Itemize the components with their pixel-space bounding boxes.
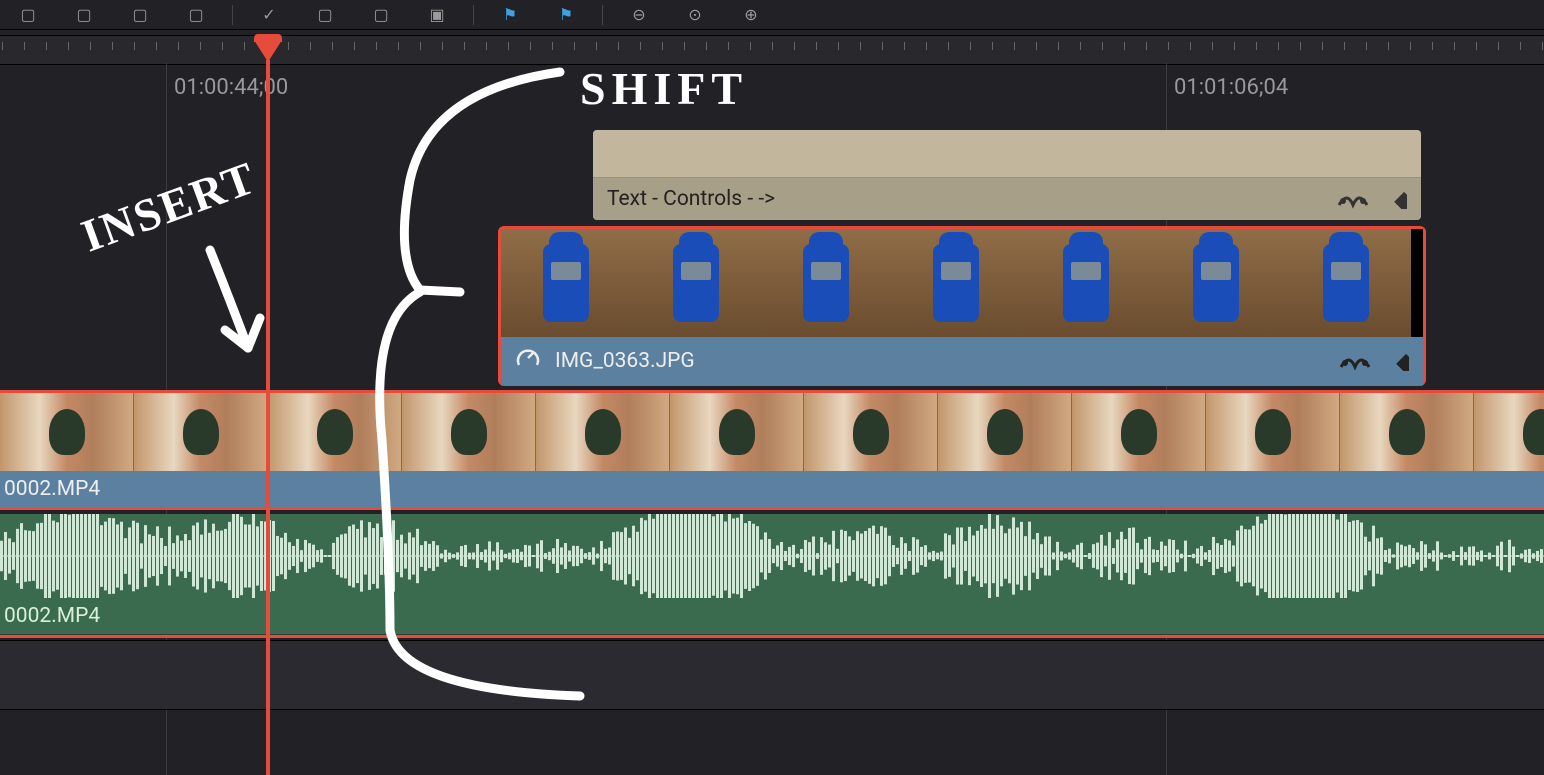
image-thumb — [1151, 229, 1281, 337]
image-thumb — [761, 229, 891, 337]
video-clip-label-bar: 0002.MP4 — [0, 471, 1544, 507]
image-thumb — [631, 229, 761, 337]
marker-icon[interactable]: ⚑ — [546, 1, 586, 29]
curve-icon[interactable] — [1339, 351, 1371, 371]
video-thumb — [536, 393, 670, 471]
keyframe-icon[interactable] — [1389, 351, 1409, 371]
toolbar-icon[interactable]: ▣ — [417, 1, 457, 29]
audio-clip-label-bar: 0002.MP4 — [0, 598, 1544, 634]
toolbar-icon[interactable]: ▢ — [305, 1, 345, 29]
image-thumb — [891, 229, 1021, 337]
zoom-out-icon[interactable]: ⊖ — [619, 1, 659, 29]
toolbar-separator — [473, 5, 474, 25]
zoom-fit-icon[interactable]: ⊙ — [675, 1, 715, 29]
toolbar-icon[interactable]: ▢ — [176, 1, 216, 29]
toolbar-icon[interactable]: ▢ — [120, 1, 160, 29]
video-thumb — [1340, 393, 1474, 471]
timecode-label: 01:01:06;04 — [1174, 75, 1288, 100]
empty-track[interactable] — [0, 640, 1544, 710]
video-thumb — [402, 393, 536, 471]
title-clip-name: Text - Controls - -> — [607, 187, 775, 211]
audio-waveform — [0, 514, 1544, 598]
video-thumb — [804, 393, 938, 471]
annotation-insert-text: INSERT — [74, 151, 263, 263]
image-thumb — [501, 229, 631, 337]
image-clip-thumbnails — [501, 229, 1423, 337]
video-thumb — [670, 393, 804, 471]
image-clip[interactable]: IMG_0363.JPG — [498, 226, 1426, 386]
marker-icon[interactable]: ⚑ — [490, 1, 530, 29]
video-thumb — [0, 393, 134, 471]
image-thumb — [1021, 229, 1151, 337]
retime-icon[interactable] — [515, 345, 541, 377]
toolbar-icon[interactable]: ▢ — [64, 1, 104, 29]
video-track[interactable]: 0002.MP4 — [0, 390, 1544, 510]
annotation-shift-text: SHIFT — [580, 62, 748, 115]
video-thumb — [938, 393, 1072, 471]
image-thumb — [1281, 229, 1411, 337]
video-thumb — [268, 393, 402, 471]
video-thumb — [1206, 393, 1340, 471]
video-clip-filename: 0002.MP4 — [4, 477, 100, 501]
curve-icon[interactable] — [1337, 189, 1369, 209]
video-thumb — [134, 393, 268, 471]
zoom-in-icon[interactable]: ⊕ — [731, 1, 771, 29]
image-clip-label-bar: IMG_0363.JPG — [501, 337, 1423, 385]
video-thumb — [1474, 393, 1544, 471]
audio-clip-filename: 0002.MP4 — [4, 604, 100, 628]
timecode-label: 01:00:44;00 — [174, 75, 288, 100]
toolbar-icon[interactable]: ▢ — [8, 1, 48, 29]
title-clip-body — [593, 130, 1421, 178]
title-clip-label-bar: Text - Controls - -> — [593, 178, 1421, 220]
image-clip-filename: IMG_0363.JPG — [555, 349, 695, 373]
toolbar-icon[interactable]: ▢ — [361, 1, 401, 29]
video-thumb — [1072, 393, 1206, 471]
toolbar-separator — [602, 5, 603, 25]
playhead-line[interactable] — [266, 60, 270, 775]
keyframe-icon[interactable] — [1387, 189, 1407, 209]
audio-track[interactable]: 0002.MP4 — [0, 514, 1544, 638]
video-clip-thumbnails — [0, 393, 1544, 471]
toolbar: ▢ ▢ ▢ ▢ ✓ ▢ ▢ ▣ ⚑ ⚑ ⊖ ⊙ ⊕ — [0, 0, 1544, 30]
toolbar-icon[interactable]: ✓ — [249, 1, 289, 29]
playhead[interactable] — [254, 40, 282, 62]
title-clip[interactable]: Text - Controls - -> — [593, 130, 1421, 220]
toolbar-separator — [232, 5, 233, 25]
timeline-ruler[interactable] — [0, 35, 1544, 65]
